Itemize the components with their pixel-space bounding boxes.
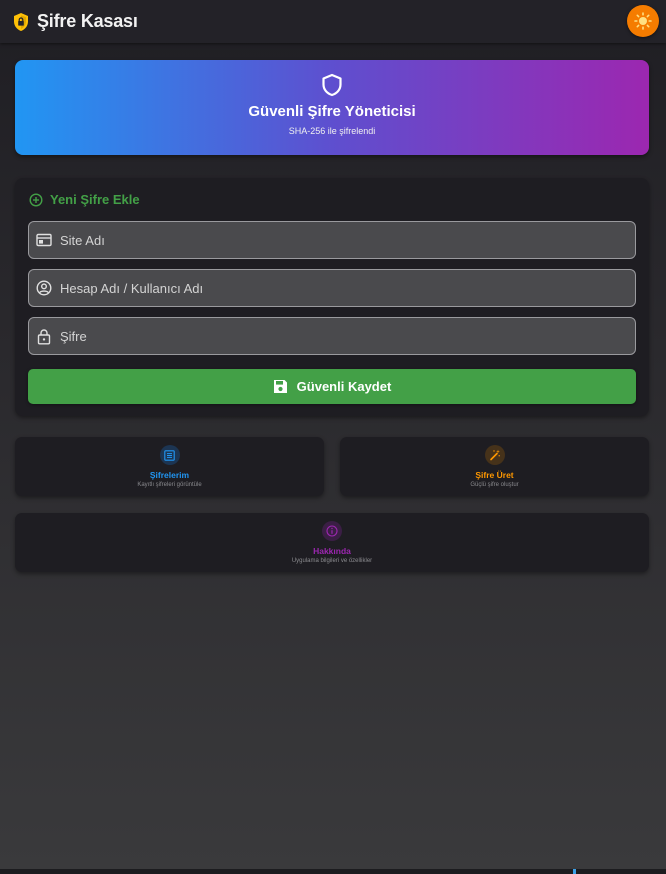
hero-title: Güvenli Şifre Yöneticisi [248,103,416,120]
list-icon [159,445,180,465]
shield-icon [321,73,343,97]
bottom-bar [0,869,666,874]
site-name-field[interactable] [28,221,636,259]
lock-icon [36,328,52,345]
magic-wand-icon [484,445,505,465]
account-circle-icon [36,280,52,296]
app-title: Şifre Kasası [37,11,138,31]
tile-title: Hakkında [313,546,351,556]
bottom-indicator [573,869,576,874]
tile-title: Şifre Üret [475,470,514,480]
site-name-input[interactable] [60,222,635,258]
my-passwords-tile[interactable]: Şifrelerim Kayıtlı şifreleri görüntüle [15,437,324,496]
account-name-input[interactable] [60,270,635,306]
save-button-label: Güvenli Kaydet [296,379,392,394]
about-tile[interactable]: Hakkında Uygulama bilgileri ve özellikle… [15,513,649,572]
hero-banner: Güvenli Şifre Yöneticisi SHA-256 ile şif… [15,60,649,155]
web-icon [36,233,52,247]
form-heading: Yeni Şifre Ekle [29,192,140,207]
tile-subtitle: Güçlü şifre oluştur [470,482,519,488]
hero-subtitle: SHA-256 ile şifrelendi [288,126,376,136]
shield-lock-icon [12,12,30,32]
add-circle-icon [29,192,43,207]
save-button[interactable]: Güvenli Kaydet [28,369,636,404]
tile-title: Şifrelerim [149,470,190,480]
sun-icon [634,12,652,30]
info-icon [322,521,342,541]
password-field[interactable] [28,317,636,355]
password-input[interactable] [60,318,635,354]
add-password-card: Yeni Şifre Ekle Site Adı Hesap Adı / Kul… [15,178,649,416]
form-heading-label: Yeni Şifre Ekle [50,192,140,207]
account-name-field[interactable] [28,269,636,307]
save-icon [273,379,288,394]
tile-subtitle: Uygulama bilgileri ve özellikler [291,558,373,564]
generate-password-tile[interactable]: Şifre Üret Güçlü şifre oluştur [340,437,649,496]
app-bar: Şifre Kasası [0,0,666,43]
tile-subtitle: Kayıtlı şifreleri görüntüle [137,482,202,488]
theme-toggle-button[interactable] [627,5,659,37]
